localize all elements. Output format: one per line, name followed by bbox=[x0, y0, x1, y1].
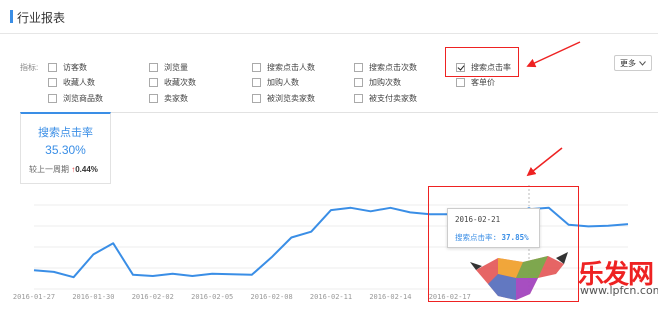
bull-logo-icon bbox=[470, 252, 568, 300]
arrow-to-tooltip bbox=[526, 147, 563, 177]
arrow-to-checkbox bbox=[526, 41, 581, 68]
watermark-logo: 乐发网 www.lpfcn.com bbox=[468, 248, 658, 312]
watermark-url: www.lpfcn.com bbox=[580, 284, 658, 297]
